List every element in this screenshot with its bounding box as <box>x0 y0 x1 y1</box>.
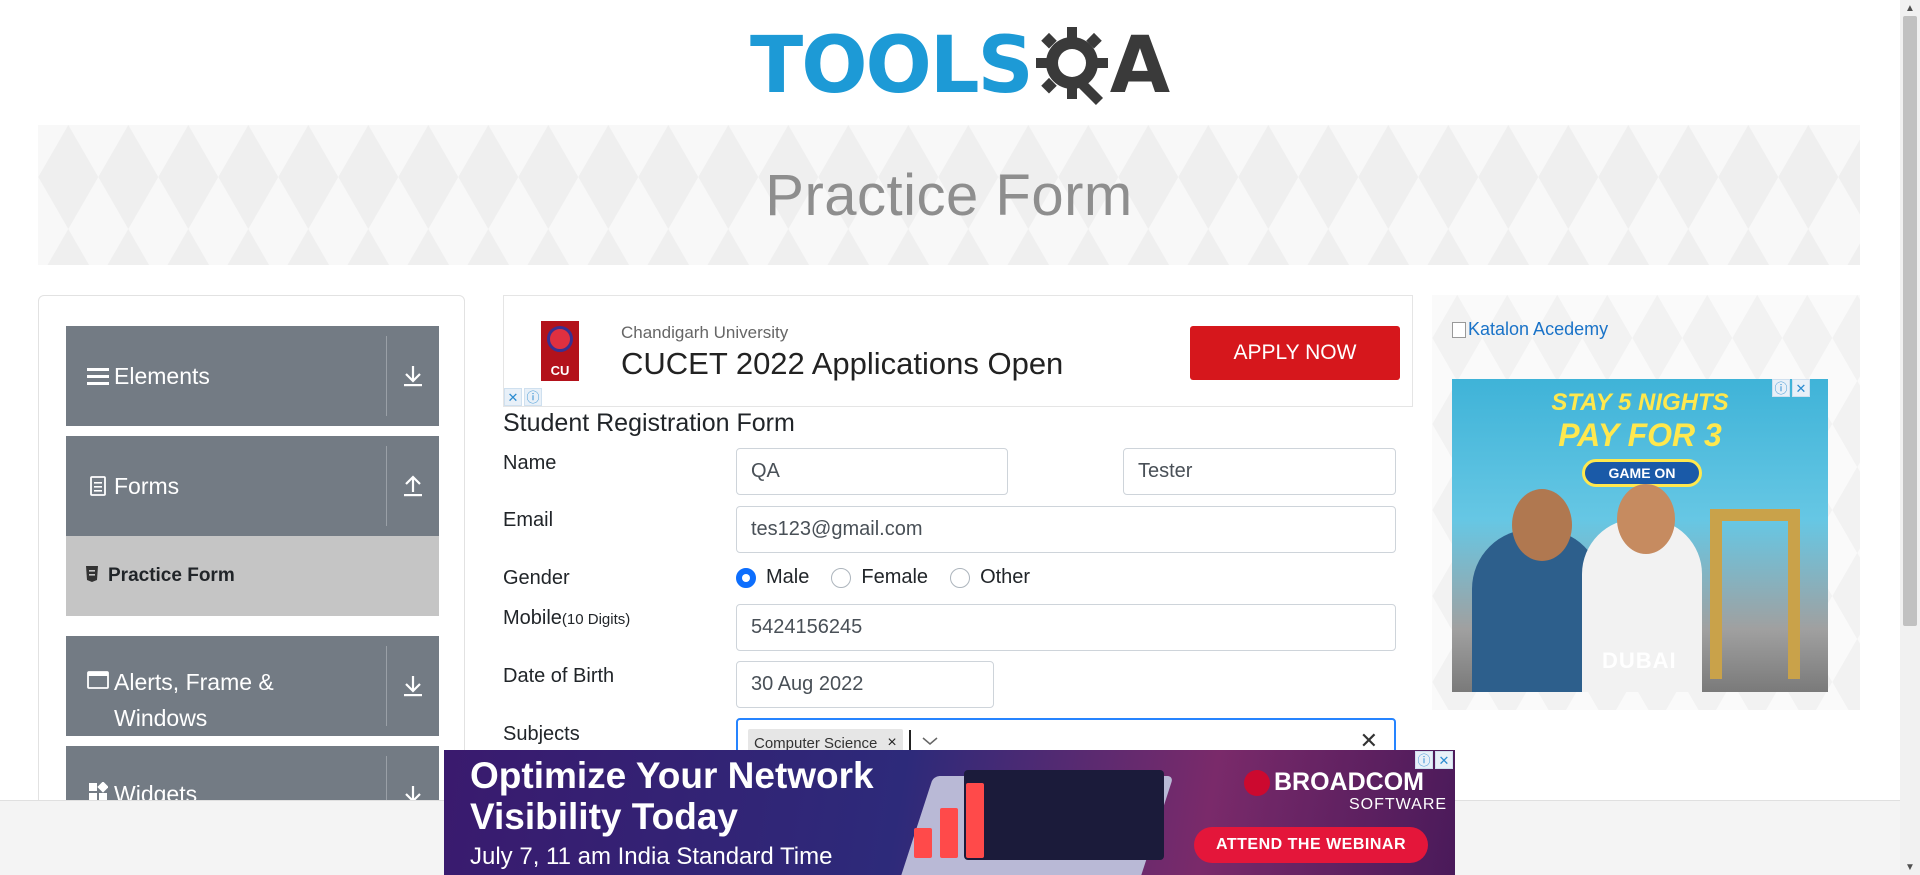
close-icon[interactable]: ✕ <box>504 388 522 406</box>
laptop-screen-image <box>964 770 1164 860</box>
radio-unchecked[interactable] <box>950 567 971 588</box>
sidebar-group-forms[interactable]: Forms <box>66 436 439 536</box>
form-icon <box>84 565 100 588</box>
divider <box>386 646 387 726</box>
document-icon <box>86 475 110 497</box>
mobile-label-text: Mobile <box>503 607 562 629</box>
subjects-label: Subjects <box>503 723 580 745</box>
first-name-input[interactable]: QA <box>736 448 1008 495</box>
close-icon[interactable]: ✕ <box>1435 751 1453 769</box>
hamburger-icon <box>86 366 110 386</box>
face-image <box>1617 484 1675 554</box>
right-advertisement: Katalon Acedemy STAY 5 NIGHTS PAY FOR 3 … <box>1432 295 1860 710</box>
logo-text-a: A <box>1109 21 1171 111</box>
sidebar-group-label-line2: Windows <box>114 705 208 731</box>
top-advertisement[interactable]: CU Chandigarh University CUCET 2022 Appl… <box>503 295 1413 407</box>
divider <box>386 336 387 416</box>
collapse-icon[interactable] <box>399 472 427 500</box>
toolsqa-logo[interactable]: TOOLS A <box>750 20 1170 112</box>
window-icon <box>86 670 110 690</box>
mobile-hint: (10 Digits) <box>561 611 631 628</box>
broadcom-logo-icon <box>1244 769 1270 796</box>
gender-option-label: Female <box>861 566 929 588</box>
page-banner: Practice Form <box>38 125 1860 265</box>
close-icon[interactable]: ✕ <box>1792 379 1810 397</box>
broadcom-logo: BROADCOM <box>1244 768 1424 797</box>
dubai-brand-logo: DUBAI <box>1602 648 1677 673</box>
sidebar-group-elements[interactable]: Elements <box>66 326 439 426</box>
sidebar-group-label-line1: Alerts, Frame & <box>114 669 274 695</box>
sidebar: Elements Forms Practice Form Alerts, Fra… <box>38 295 465 875</box>
email-input[interactable]: tes123@gmail.com <box>736 506 1396 553</box>
game-on-button[interactable]: GAME ON <box>1582 459 1702 487</box>
name-label: Name <box>503 452 557 474</box>
gear-magnifier-icon <box>1034 25 1116 107</box>
date-of-birth-input[interactable]: 30 Aug 2022 <box>736 661 994 708</box>
mobile-input[interactable]: 5424156245 <box>736 604 1396 651</box>
ad-subtitle: Chandigarh University <box>621 323 789 342</box>
sidebar-item-label: Practice Form <box>108 565 235 586</box>
katalon-academy-link[interactable]: Katalon Acedemy <box>1452 319 1608 340</box>
gender-female-radio[interactable]: Female <box>831 566 928 589</box>
sidebar-group-label: Alerts, Frame & Windows <box>114 664 439 736</box>
dubai-frame-icon <box>1710 509 1800 679</box>
vertical-scrollbar[interactable]: ▲ ▼ <box>1900 0 1920 875</box>
apply-now-button[interactable]: APPLY NOW <box>1190 326 1400 380</box>
scroll-down-arrow-icon[interactable]: ▼ <box>1900 859 1920 875</box>
gender-male-radio[interactable]: Male <box>736 566 809 589</box>
gender-label: Gender <box>503 567 570 589</box>
bar-graphic-icon <box>914 768 984 858</box>
emblem-icon <box>547 326 573 352</box>
ad-choices[interactable]: ⓘ ✕ <box>1415 751 1453 769</box>
info-icon[interactable]: ⓘ <box>1415 751 1433 769</box>
dubai-ad-image[interactable]: STAY 5 NIGHTS PAY FOR 3 GAME ON DUBAI <box>1452 379 1828 692</box>
sidebar-group-alerts[interactable]: Alerts, Frame & Windows <box>66 636 439 736</box>
gender-option-label: Male <box>766 566 810 588</box>
face-image <box>1512 489 1572 561</box>
university-logo-text: CU <box>550 363 570 378</box>
subject-chip-label: Computer Science <box>754 734 878 752</box>
expand-icon[interactable] <box>399 362 427 390</box>
info-icon[interactable]: ⓘ <box>1772 379 1790 397</box>
mobile-label: Mobile(10 Digits) <box>503 607 630 630</box>
sidebar-group-label: Forms <box>114 473 180 499</box>
divider <box>386 446 387 526</box>
ad-choices[interactable]: ⓘ ✕ <box>1772 379 1810 397</box>
katalon-link-text[interactable]: Katalon Acedemy <box>1468 319 1608 340</box>
logo-text-tools: TOOLS <box>750 21 1034 111</box>
sidebar-item-practice-form[interactable]: Practice Form <box>66 536 439 616</box>
radio-checked[interactable] <box>736 567 756 588</box>
bottom-banner-ad[interactable]: Optimize Your Network Visibility Today J… <box>444 750 1455 875</box>
expand-icon[interactable] <box>399 672 427 700</box>
bottom-ad-date: July 7, 11 am India Standard Time <box>470 843 833 870</box>
broadcom-logo-text: BROADCOM <box>1274 768 1424 796</box>
dubai-ad-line2: PAY FOR 3 <box>1558 417 1722 453</box>
scroll-up-arrow-icon[interactable]: ▲ <box>1900 0 1920 16</box>
bottom-ad-headline-line2: Visibility Today <box>470 796 738 837</box>
page-title: Practice Form <box>765 162 1133 228</box>
broken-image-icon <box>1452 321 1466 338</box>
bottom-ad-headline-line1: Optimize Your Network <box>470 755 874 796</box>
email-label: Email <box>503 509 554 531</box>
widgets-icon <box>86 782 110 802</box>
sidebar-group-label: Elements <box>114 363 210 389</box>
radio-unchecked[interactable] <box>831 567 852 588</box>
ad-choices[interactable]: ✕ ⓘ <box>504 388 542 406</box>
gender-radio-group: Male Female Other <box>736 566 1052 589</box>
form-title: Student Registration Form <box>503 409 795 437</box>
gender-other-radio[interactable]: Other <box>950 566 1030 589</box>
scrollbar-thumb[interactable] <box>1903 16 1917 626</box>
broadcom-sub: SOFTWARE <box>1349 796 1448 813</box>
info-icon[interactable]: ⓘ <box>524 388 542 406</box>
attend-webinar-button[interactable]: ATTEND THE WEBINAR <box>1194 827 1428 863</box>
last-name-input[interactable]: Tester <box>1123 448 1396 495</box>
ad-headline: CUCET 2022 Applications Open <box>621 346 1064 381</box>
university-logo: CU <box>541 321 579 381</box>
dob-label: Date of Birth <box>503 665 615 687</box>
gender-option-label: Other <box>980 566 1031 588</box>
